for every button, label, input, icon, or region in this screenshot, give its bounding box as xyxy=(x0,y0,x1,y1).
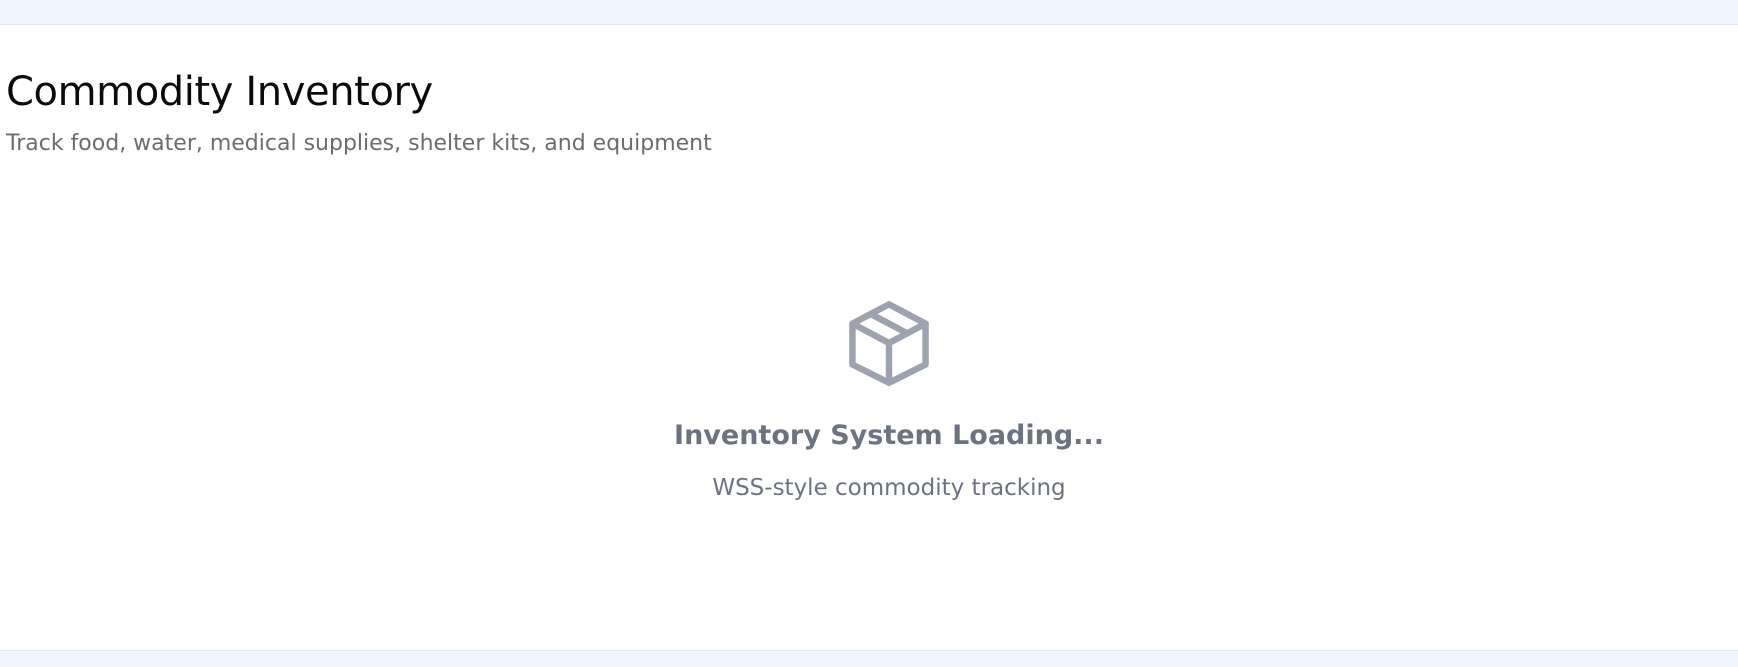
loading-subtitle: WSS-style commodity tracking xyxy=(712,475,1066,501)
loading-title: Inventory System Loading... xyxy=(674,420,1104,451)
package-box-icon xyxy=(849,301,929,386)
page-subtitle: Track food, water, medical supplies, she… xyxy=(6,131,712,156)
inventory-panel: Commodity Inventory Track food, water, m… xyxy=(0,24,1738,651)
page-title: Commodity Inventory xyxy=(6,69,433,115)
loading-state: Inventory System Loading... WSS-style co… xyxy=(0,300,1738,501)
